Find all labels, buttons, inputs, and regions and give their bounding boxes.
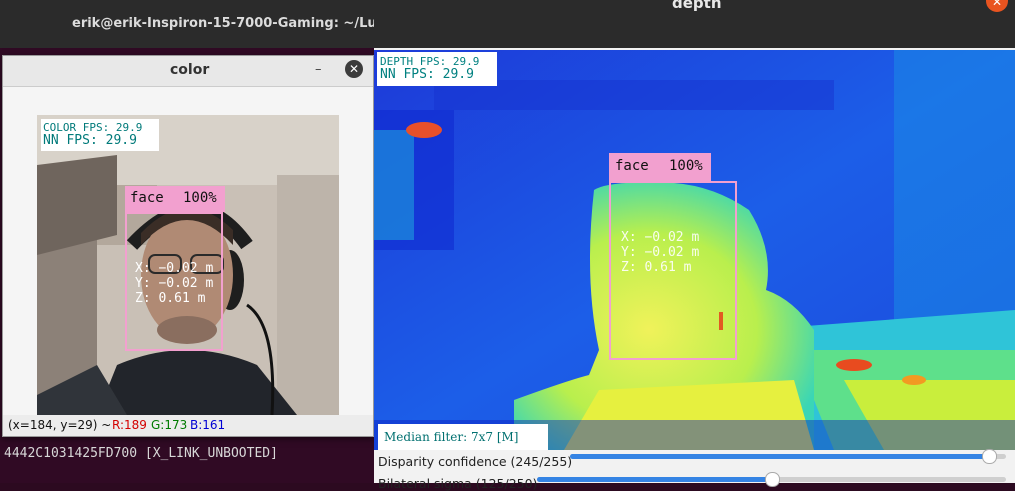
depth-window-title: depth	[672, 0, 722, 12]
bilateral-sigma-label: Bilateral sigma (125/250)	[378, 476, 538, 491]
detection-label: face	[130, 190, 164, 206]
close-button[interactable]: ✕	[345, 60, 363, 78]
depth-coord-y: Y: −0.02 m	[621, 245, 700, 260]
coord-x: X: −0.02 m	[135, 261, 214, 276]
color-camera-frame[interactable]: COLOR FPS: 29.9 NN FPS: 29.9 face 100% X…	[37, 115, 339, 415]
detection-confidence: 100%	[183, 190, 217, 206]
coord-y: Y: −0.02 m	[135, 276, 214, 291]
depth-detection-confidence: 100%	[669, 158, 703, 174]
depth-coord-z: Z: 0.61 m	[621, 260, 692, 275]
status-coords: (x=184, y=29) ~	[8, 418, 112, 432]
bilateral-sigma-track[interactable]	[537, 472, 1006, 487]
close-icon: ✕	[991, 0, 1003, 9]
status-r: R:189	[112, 418, 147, 432]
status-g: G:173	[151, 418, 188, 432]
color-window-titlebar[interactable]: color – ✕	[3, 56, 373, 87]
depth-detection-label: face	[615, 158, 649, 174]
terminal-title: erik@erik-Inspiron-15-7000-Gaming: ~/Lux…	[72, 16, 394, 31]
fps-overlay: COLOR FPS: 29.9 NN FPS: 29.9	[41, 119, 159, 151]
depth-frame[interactable]: DEPTH FPS: 29.9 NN FPS: 29.9 face 100% X…	[374, 50, 1015, 450]
detection-coords: X: −0.02 m Y: −0.02 m Z: 0.61 m	[135, 261, 213, 306]
bilateral-sigma-handle[interactable]	[764, 472, 780, 487]
disparity-confidence-track[interactable]	[570, 449, 1006, 464]
detection-label-bg: face 100%	[125, 186, 225, 212]
color-window: color – ✕ COLOR FPS: 29.9 NN FPS: 29.9 f…	[2, 55, 374, 437]
nn-fps-label: NN FPS: 29.9	[43, 133, 137, 148]
disparity-confidence-handle[interactable]	[981, 449, 997, 464]
color-status-bar: (x=184, y=29) ~ R:189 G:173 B:161	[3, 415, 373, 436]
color-window-title: color	[170, 62, 210, 78]
coord-z: Z: 0.61 m	[135, 291, 206, 306]
bilateral-sigma-fill	[537, 477, 772, 482]
disparity-confidence-label: Disparity confidence (245/255)	[378, 454, 573, 469]
close-icon: ✕	[348, 62, 360, 76]
status-b: B:161	[190, 418, 226, 432]
depth-detection-coords: X: −0.02 m Y: −0.02 m Z: 0.61 m	[621, 230, 699, 275]
depth-coord-x: X: −0.02 m	[621, 230, 700, 245]
depth-detection-label-bg: face 100%	[609, 153, 711, 181]
disparity-confidence-fill	[570, 454, 989, 459]
terminal-line: 4442C1031425FD700 [X_LINK_UNBOOTED]	[4, 446, 278, 461]
depth-fps-overlay: DEPTH FPS: 29.9 NN FPS: 29.9	[377, 52, 497, 86]
median-filter-box: Median filter: 7x7 [M]	[378, 424, 548, 450]
median-filter-label: Median filter: 7x7 [M]	[384, 430, 519, 444]
terminal-titlebar[interactable]: erik@erik-Inspiron-15-7000-Gaming: ~/Lux…	[0, 0, 394, 48]
minimize-button[interactable]: –	[315, 62, 322, 77]
depth-nn-fps-label: NN FPS: 29.9	[380, 67, 474, 82]
